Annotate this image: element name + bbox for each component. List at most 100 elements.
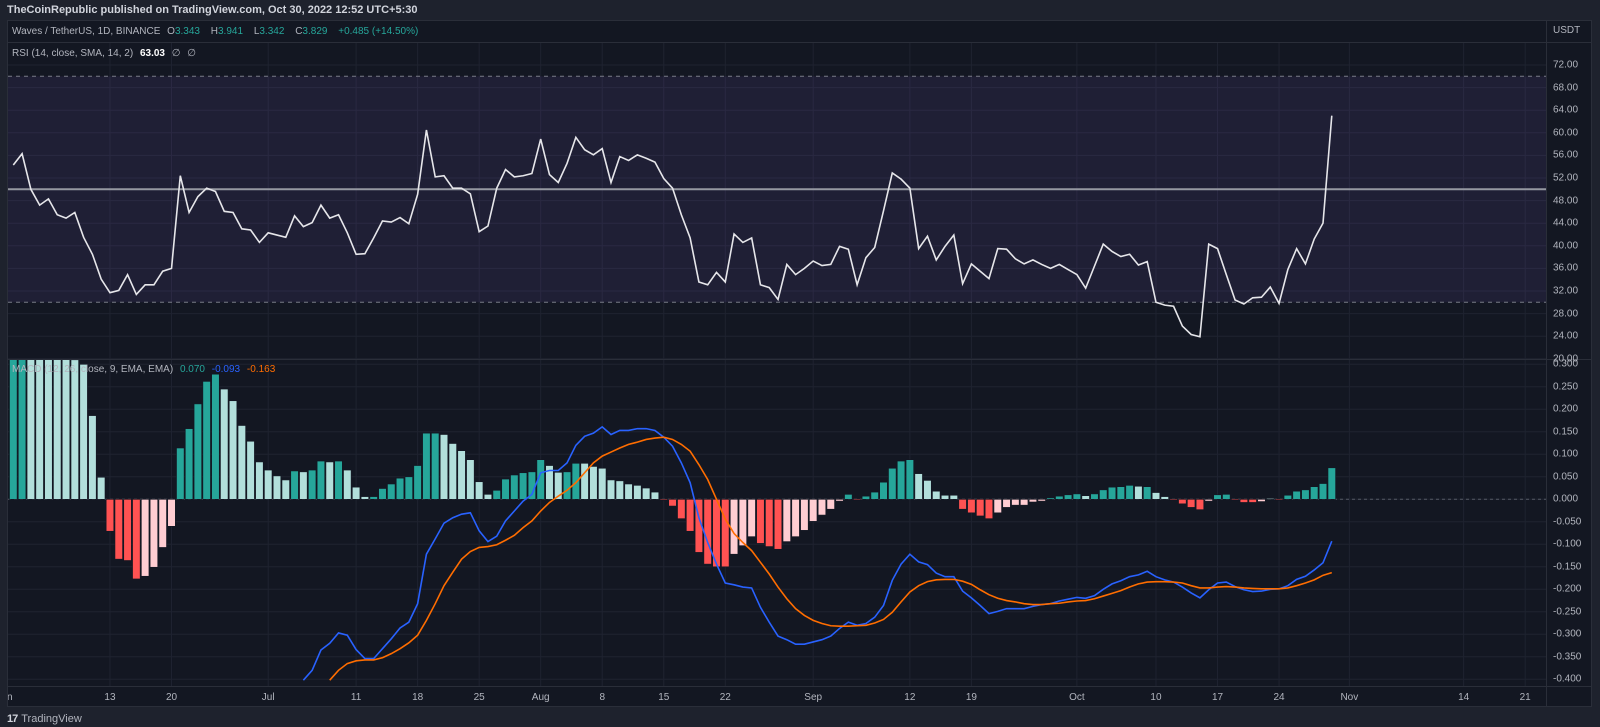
- macd-histogram-bar: [633, 485, 642, 500]
- macd-histogram-bar: [1248, 499, 1257, 503]
- macd-histogram-bar: [598, 467, 607, 500]
- chart-frame[interactable]: Waves / TetherUS, 1D, BINANCE O3.343 H3.…: [7, 20, 1592, 707]
- macd-histogram-bar: [940, 494, 950, 500]
- time-axis-label: 19: [965, 692, 977, 703]
- macd-axis-label: -0.150: [1553, 561, 1582, 573]
- price-legend: Waves / TetherUS, 1D, BINANCE O3.343 H3.…: [12, 26, 422, 37]
- macd-histogram-bar: [984, 499, 994, 519]
- macd-histogram-bar: [589, 466, 598, 500]
- macd-histogram-bar: [1037, 499, 1046, 502]
- macd-histogram-bar: [281, 479, 290, 500]
- macd-histogram-bar: [844, 494, 853, 500]
- time-axis-separator: [8, 686, 1591, 687]
- rsi-axis-label: 36.00: [1553, 262, 1579, 274]
- macd-histogram-bar: [61, 360, 71, 500]
- price-axis[interactable]: USDT 72.00 68.00 64.00 60.00 56.00 52.00 48.00…: [1546, 21, 1591, 706]
- macd-histogram-bar: [949, 494, 958, 500]
- rsi-pane[interactable]: [8, 43, 1546, 359]
- time-axis-label: 12: [904, 692, 916, 703]
- macd-histogram-bar: [1187, 499, 1196, 508]
- time-axis-label: 20: [165, 692, 178, 703]
- macd-histogram-bar: [809, 499, 818, 522]
- macd-histogram-bar: [756, 499, 765, 544]
- macd-histogram-bar: [1028, 499, 1038, 503]
- macd-histogram-bar: [932, 490, 941, 500]
- time-axis-label: Sep: [804, 692, 823, 703]
- rsi-axis-label: 48.00: [1553, 195, 1579, 207]
- macd-histogram-bar: [325, 461, 334, 500]
- macd-histogram-bar: [492, 490, 501, 500]
- macd-histogram-bar: [817, 499, 827, 516]
- macd-histogram-bar: [97, 476, 106, 500]
- macd-axis-label: -0.250: [1553, 606, 1582, 618]
- macd-histogram-bar: [659, 499, 668, 501]
- macd-histogram-bar: [255, 461, 264, 500]
- high-value: 3.941: [218, 26, 244, 37]
- macd-histogram-bar: [211, 373, 220, 500]
- macd-histogram-bar: [70, 360, 79, 500]
- rsi-axis-label: 28.00: [1553, 308, 1579, 320]
- macd-histogram-bar: [378, 488, 387, 500]
- macd-histogram-bar: [1213, 494, 1222, 500]
- macd-histogram-bar: [888, 467, 897, 500]
- macd-histogram-bar: [826, 499, 835, 510]
- macd-histogram-bar: [149, 499, 159, 568]
- macd-histogram-bar: [686, 499, 695, 532]
- macd-histogram-bar: [88, 415, 97, 500]
- signal-line: [329, 436, 1333, 681]
- rsi-value: 63.03: [139, 48, 165, 59]
- publisher-caption: TheCoinRepublic published on TradingView…: [7, 4, 418, 16]
- macd-histogram-bar: [510, 474, 519, 500]
- tradingview-logo[interactable]: 17 TradingView: [7, 713, 82, 725]
- macd-axis-label: -0.400: [1553, 673, 1582, 685]
- macd-histogram-bar: [193, 403, 202, 500]
- macd-pane[interactable]: [8, 360, 1546, 686]
- macd-histogram-bar: [1231, 499, 1240, 501]
- macd-histogram-bar: [650, 491, 660, 500]
- macd-histogram-bar: [141, 499, 150, 577]
- macd-histogram-bar: [395, 477, 405, 500]
- rsi-axis-label: 60.00: [1553, 127, 1579, 139]
- rsi-axis-label: 32.00: [1553, 285, 1579, 297]
- macd-histogram-bar: [870, 491, 879, 500]
- time-axis-label: 15: [658, 692, 670, 703]
- macd-histogram-bar: [993, 499, 1002, 514]
- macd-histogram-bar: [1090, 493, 1099, 500]
- macd-signal-value: -0.163: [246, 364, 276, 375]
- macd-histogram-bar: [343, 469, 352, 500]
- macd-histogram-bar: [1116, 486, 1125, 500]
- macd-histogram-bar: [958, 499, 967, 510]
- macd-axis-label: -0.350: [1553, 651, 1582, 663]
- macd-histogram-bar: [351, 486, 361, 500]
- macd-histogram-bar: [44, 360, 53, 500]
- macd-histogram-bar: [246, 440, 255, 500]
- macd-histogram-bar: [1063, 494, 1073, 500]
- macd-histogram-bar: [220, 388, 229, 500]
- macd-histogram-bar: [642, 487, 651, 500]
- macd-histogram-bar: [1283, 494, 1292, 500]
- macd-axis-label: 0.200: [1553, 403, 1579, 415]
- macd-histogram-bar: [729, 499, 739, 555]
- open-value: 3.343: [174, 26, 200, 37]
- macd-histogram-bar: [773, 499, 783, 550]
- macd-histogram-bar: [448, 443, 457, 500]
- macd-histogram-bar: [1020, 499, 1029, 506]
- time-axis-label: Oct: [1069, 692, 1085, 703]
- rsi-axis-label: 68.00: [1553, 82, 1579, 94]
- macd-histogram-bar: [896, 460, 906, 500]
- macd-histogram-bar: [1310, 486, 1319, 500]
- macd-histogram-bar: [439, 434, 449, 500]
- macd-axis-label: -0.200: [1553, 583, 1582, 595]
- macd-histogram-bar: [167, 499, 176, 527]
- macd-histogram-bar: [1046, 497, 1055, 500]
- time-axis-label: 24: [1273, 692, 1285, 703]
- close-value: 3.829: [302, 26, 328, 37]
- currency-label: USDT: [1553, 25, 1581, 36]
- macd-histogram-bar: [765, 499, 774, 547]
- macd-histogram-bar: [1099, 489, 1108, 500]
- high-label: H: [210, 26, 218, 37]
- macd-axis-label: 0.050: [1553, 471, 1579, 483]
- macd-histogram-bar: [501, 478, 510, 500]
- macd-histogram-bar: [1222, 494, 1231, 500]
- macd-histogram-bar: [290, 470, 299, 500]
